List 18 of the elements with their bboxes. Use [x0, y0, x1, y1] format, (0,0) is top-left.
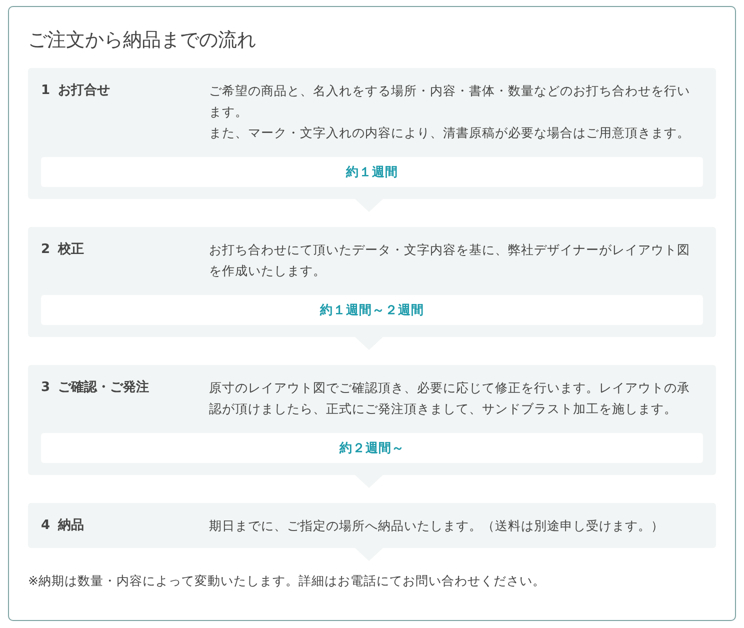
- step-number: 4: [41, 517, 50, 535]
- duration-label: 約２週間～: [41, 433, 703, 463]
- step-description: お打ち合わせにて頂いたデータ・文字内容を基に、弊社デザイナーがレイアウト図を作成いたします。: [209, 241, 691, 280]
- step-number: 1: [41, 82, 50, 100]
- step-description: 原寸のレイアウト図でご確認頂き、必要に応じて修正を行います。レイアウトの承認が頂けましたら、正式にご発注頂きまして、サンドブラスト加工を施します。: [209, 379, 691, 418]
- section-title: ご注文から納品までの流れ: [28, 28, 256, 53]
- step-title: ご確認・ご発注: [58, 378, 150, 397]
- step-description: 期日までに、ご指定の場所へ納品いたします。（送料は別途申し受けます。）: [209, 517, 664, 535]
- step-title: 納品: [58, 517, 84, 535]
- step-title: 校正: [58, 241, 84, 259]
- step-description: ご希望の商品と、名入れをする場所・内容・書体・数量などのお打ち合わせを行います。: [209, 82, 691, 121]
- step-number: 3: [41, 379, 50, 397]
- duration-label: 約１週間～２週間: [41, 295, 703, 325]
- step-number: 2: [41, 241, 50, 259]
- step-description: また、マーク・文字入れの内容により、清書原稿が必要な場合はご用意頂きます。: [209, 124, 690, 142]
- note-text: ※納期は数量・内容によって変動いたします。詳細はお電話にてお問い合わせください。: [28, 572, 546, 590]
- duration-label: 約１週間: [41, 157, 703, 187]
- step-title: お打合せ: [58, 82, 110, 100]
